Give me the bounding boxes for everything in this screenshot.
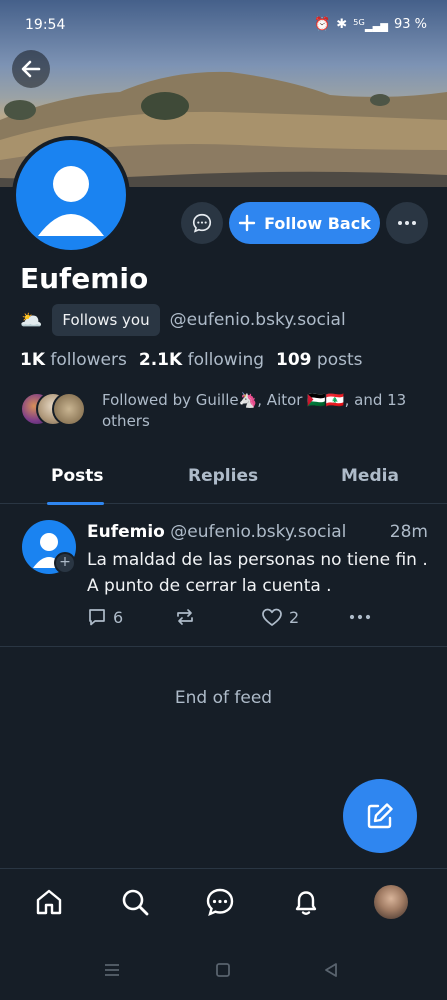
- reply-count: 6: [113, 607, 124, 627]
- compose-pencil-icon: [367, 803, 393, 829]
- status-time: 19:54: [25, 17, 66, 33]
- posts-label: posts: [316, 350, 363, 370]
- followed-by-text: Followed by Guille🦄, Aitor 🇵🇸🇱🇧, and 13 …: [102, 391, 407, 430]
- like-count: 2: [289, 607, 300, 627]
- arrow-left-icon: [21, 60, 41, 78]
- battery-level: 93 %: [393, 17, 427, 33]
- search-icon: [122, 889, 149, 916]
- profile-tabs: Posts Replies Media: [0, 452, 447, 505]
- tab-replies[interactable]: Replies: [188, 466, 258, 486]
- chat-bubble-icon: [192, 213, 212, 233]
- post-author-name[interactable]: Eufemio: [87, 522, 165, 542]
- follow-back-button[interactable]: Follow Back: [229, 202, 380, 244]
- ellipsis-icon: [349, 614, 371, 620]
- post-text: La maldad de las personas no tiene fin .…: [87, 550, 428, 596]
- plus-icon: [238, 214, 256, 232]
- bottom-navigation: [0, 868, 447, 940]
- recents-menu-icon[interactable]: [103, 962, 121, 978]
- own-avatar: [374, 885, 408, 919]
- status-icons: ⏰ ✱ 5G▂▄▆ 93 %: [314, 17, 427, 32]
- nav-profile[interactable]: [374, 885, 408, 919]
- tab-posts[interactable]: Posts: [51, 466, 104, 486]
- back-button[interactable]: [12, 50, 50, 88]
- posts-stat: 109 posts: [276, 350, 362, 370]
- tab-media[interactable]: Media: [341, 466, 399, 486]
- system-navigation-bar: [0, 940, 447, 1000]
- post-actions: 6 2: [87, 607, 387, 631]
- alarm-icon: ⏰: [314, 17, 331, 33]
- following-label: following: [187, 350, 265, 370]
- profile-avatar[interactable]: [12, 136, 130, 254]
- follows-you-badge: Follows you: [52, 304, 160, 336]
- follow-plus-icon[interactable]: +: [54, 552, 76, 574]
- reply-button[interactable]: 6: [87, 607, 123, 627]
- follow-back-label: Follow Back: [264, 213, 371, 233]
- end-of-feed-label: End of feed: [174, 688, 273, 708]
- profile-handle: @eufenio.bsky.social: [169, 310, 346, 330]
- following-count: 2.1K: [138, 350, 183, 370]
- like-button[interactable]: 2: [261, 607, 299, 627]
- nav-home[interactable]: [32, 885, 66, 919]
- handle-row: 🌥️ Follows you @eufenio.bsky.social: [20, 304, 346, 336]
- repost-icon: [177, 609, 193, 625]
- status-bar: 19:54 ⏰ ✱ 5G▂▄▆ 93 %: [0, 0, 447, 52]
- chat-bubble-icon: [206, 888, 234, 917]
- profile-display-name: Eufemio: [20, 262, 149, 295]
- known-followers[interactable]: Followed by Guille🦄, Aitor 🇵🇸🇱🇧, and 13 …: [20, 390, 432, 432]
- followers-link[interactable]: 1K followers: [20, 350, 127, 370]
- followers-label: followers: [50, 350, 127, 370]
- default-user-icon: [38, 166, 104, 236]
- compose-post-button[interactable]: [343, 779, 417, 853]
- nav-search[interactable]: [118, 885, 152, 919]
- post-header: Eufemio @eufenio.bsky.social: [87, 522, 346, 542]
- message-button[interactable]: [181, 202, 223, 244]
- known-follower-avatars: [20, 390, 88, 428]
- known-follower-avatar: [52, 392, 86, 426]
- sunrise-emoji: 🌥️: [20, 309, 43, 331]
- followers-count: 1K: [20, 350, 46, 370]
- home-icon: [36, 889, 62, 915]
- signal-icon: 5G▂▄▆: [353, 17, 388, 33]
- heart-icon: [262, 608, 282, 626]
- bluetooth-icon: ✱: [336, 17, 348, 33]
- nav-chat[interactable]: [203, 885, 237, 919]
- following-link[interactable]: 2.1K following: [139, 350, 264, 370]
- posts-count: 109: [276, 350, 312, 370]
- profile-stats: 1K followers 2.1K following 109 posts: [20, 350, 363, 370]
- back-triangle-icon[interactable]: [323, 962, 339, 978]
- more-options-button[interactable]: [386, 202, 428, 244]
- feed-post[interactable]: + Eufemio @eufenio.bsky.social 28m La ma…: [0, 505, 447, 647]
- nav-notifications[interactable]: [289, 885, 323, 919]
- post-timestamp: 28m: [389, 522, 428, 542]
- bell-icon: [295, 891, 317, 915]
- post-author-handle: @eufenio.bsky.social: [170, 522, 347, 542]
- repost-button[interactable]: [174, 607, 196, 627]
- home-square-icon[interactable]: [215, 962, 231, 978]
- post-more-button[interactable]: [348, 607, 372, 627]
- ellipsis-icon: [398, 221, 416, 225]
- reply-icon: [89, 609, 105, 626]
